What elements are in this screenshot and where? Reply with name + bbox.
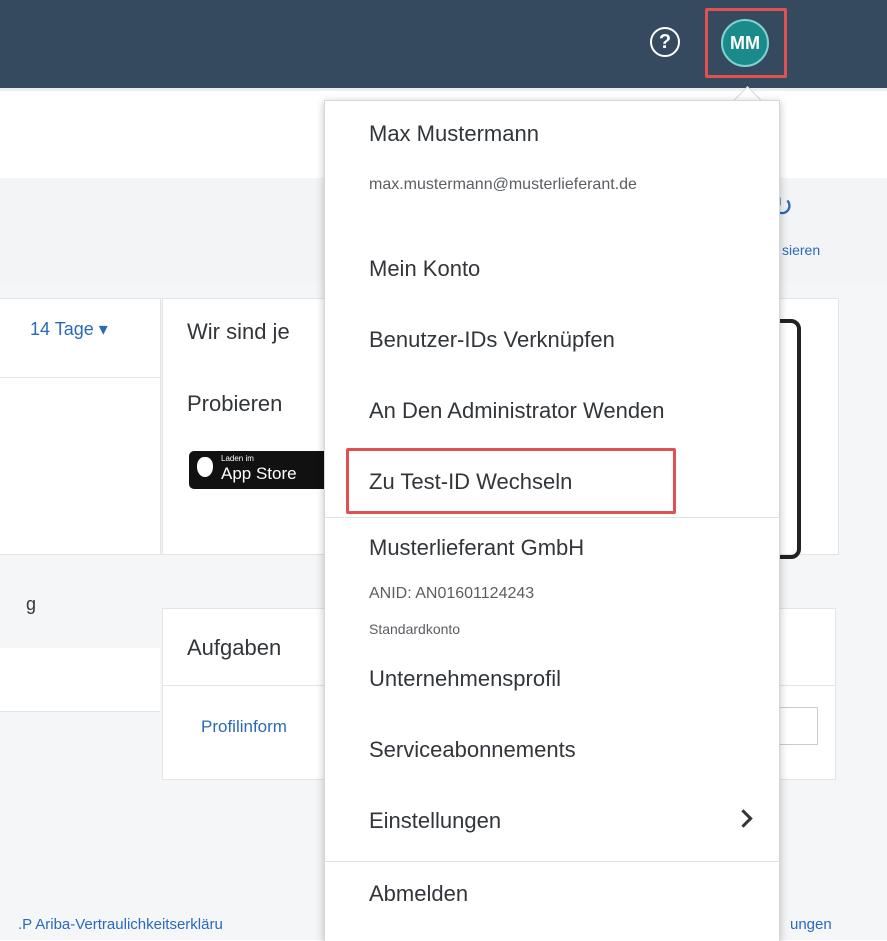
apple-icon (197, 457, 213, 477)
section-label: g (26, 594, 37, 614)
menu-divider (325, 861, 779, 862)
period-dropdown[interactable]: 14 Tage ▾ (30, 319, 108, 340)
help-icon[interactable]: ? (650, 27, 680, 57)
account-type: Standardkonto (369, 621, 461, 637)
left-lower-card (0, 648, 160, 712)
menu-divider (325, 517, 779, 518)
menu-item-logout[interactable]: Abmelden (369, 881, 468, 907)
left-lower-section: g (0, 566, 160, 712)
user-name: Max Mustermann (369, 121, 539, 146)
user-account-menu: Max Mustermann max.mustermann@musterlief… (324, 100, 780, 941)
user-email: max.mustermann@musterlieferant.de (369, 176, 637, 193)
menu-item-service-subscriptions[interactable]: Serviceabonnements (369, 737, 576, 763)
menu-item-settings[interactable]: Einstellungen (369, 808, 501, 834)
menu-item-company-profile[interactable]: Unternehmensprofil (369, 666, 561, 692)
divider (0, 377, 160, 378)
app-store-label: App Store (221, 464, 297, 483)
app-store-small-text: Laden im (221, 454, 254, 463)
privacy-statement-link[interactable]: .P Ariba-Vertraulichkeitserkläru (18, 916, 223, 933)
left-card: 14 Tage ▾ (0, 298, 161, 555)
company-anid: ANID: AN01601124243 (369, 585, 535, 602)
footer-link-right[interactable]: ungen (790, 916, 832, 933)
chevron-right-icon (734, 809, 753, 828)
promo-text: Probieren (187, 391, 283, 416)
tasks-title: Aufgaben (187, 635, 282, 660)
top-navigation-bar: ? MM (0, 0, 887, 91)
company-name: Musterlieferant GmbH (369, 535, 585, 560)
app-store-badge[interactable]: Laden im App Store (189, 451, 329, 489)
menu-item-mein-konto[interactable]: Mein Konto (369, 256, 480, 282)
menu-item-contact-admin[interactable]: An Den Administrator Wenden (369, 398, 665, 424)
menu-item-link-user-ids[interactable]: Benutzer-IDs Verknüpfen (369, 327, 615, 353)
menu-item-switch-test-id[interactable]: Zu Test-ID Wechseln (369, 469, 572, 495)
promo-heading: Wir sind je (187, 319, 290, 344)
customize-link[interactable]: sieren (782, 242, 820, 258)
profile-info-link[interactable]: Profilinform (201, 717, 287, 737)
user-avatar-button[interactable]: MM (721, 19, 769, 67)
